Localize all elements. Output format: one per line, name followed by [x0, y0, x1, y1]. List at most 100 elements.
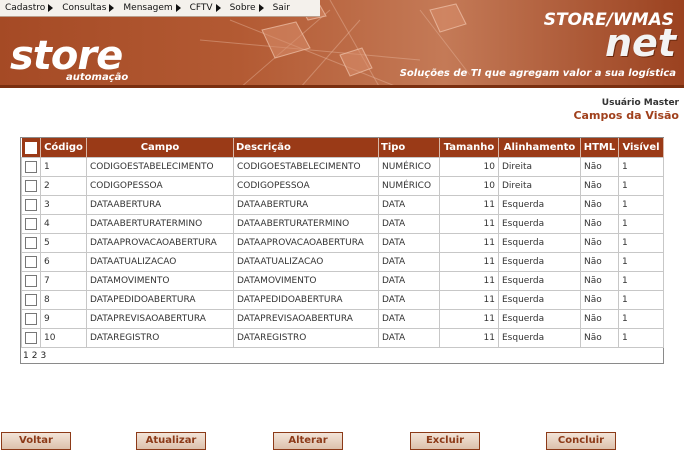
cell-tipo: NUMÉRICO — [378, 157, 440, 177]
table-row[interactable]: 1 CODIGOESTABELECIMENTO CODIGOESTABELECIME… — [21, 157, 664, 177]
cell-campo: DATAREGISTRO — [86, 328, 234, 348]
menu-label: Cadastro — [5, 3, 46, 13]
menu-cadastro[interactable]: Cadastro — [0, 0, 57, 16]
cell-tamanho: 11 — [439, 328, 499, 348]
cell-visivel: 1 — [618, 233, 664, 253]
excluir-button[interactable]: Excluir — [410, 432, 480, 450]
cell-visivel: 1 — [618, 290, 664, 310]
table-row[interactable]: 7 DATAMOVIMENTO DATAMOVIMENTO DATA 11 Esquerd… — [21, 271, 664, 291]
cell-alinhamento: Esquerda — [498, 271, 581, 291]
cell-visivel: 1 — [618, 214, 664, 234]
menu-label: Sair — [272, 3, 291, 13]
table-row[interactable]: 6 DATAATUALIZACAO DATAATUALIZACAO DATA 11 Esq… — [21, 252, 664, 272]
page-link-3[interactable]: 3 — [40, 351, 46, 361]
col-codigo[interactable]: Código — [40, 138, 87, 158]
cell-html: Não — [580, 157, 619, 177]
submenu-arrow-icon — [258, 4, 264, 12]
cell-tamanho: 11 — [439, 271, 499, 291]
cell-alinhamento: Esquerda — [498, 290, 581, 310]
cell-tamanho: 11 — [439, 290, 499, 310]
cell-visivel: 1 — [618, 271, 664, 291]
cell-tamanho: 11 — [439, 233, 499, 253]
row-select-cell — [21, 195, 41, 215]
table-row[interactable]: 2 CODIGOPESSOA CODIGOPESSOA NUMÉRICO 10 Direi… — [21, 176, 664, 196]
table-row[interactable]: 4 DATAABERTURATERMINO DATAABERTURATERMINO D… — [21, 214, 664, 234]
cell-tipo: DATA — [378, 252, 440, 272]
menu-sair[interactable]: Sair — [268, 0, 294, 16]
concluir-button[interactable]: Concluir — [546, 432, 616, 450]
cell-descricao: DATAREGISTRO — [233, 328, 379, 348]
cell-tamanho: 11 — [439, 195, 499, 215]
cell-campo: CODIGOPESSOA — [86, 176, 234, 196]
menu-consultas[interactable]: Consultas — [57, 0, 118, 16]
slogan: Soluções de TI que agregam valor a sua l… — [399, 68, 676, 79]
submenu-arrow-icon — [109, 4, 115, 12]
col-campo[interactable]: Campo — [86, 138, 234, 158]
table-row[interactable]: 8 DATAPEDIDOABERTURA DATAPEDIDOABERTURA DAT… — [21, 290, 664, 310]
cell-codigo: 3 — [40, 195, 87, 215]
page-link-1[interactable]: 1 — [23, 351, 29, 361]
col-visivel[interactable]: Visível — [618, 138, 664, 158]
menu-label: Mensagem — [123, 3, 173, 13]
cell-visivel: 1 — [618, 157, 664, 177]
page-link-2[interactable]: 2 — [32, 351, 38, 361]
cell-alinhamento: Esquerda — [498, 309, 581, 329]
row-checkbox[interactable] — [25, 294, 37, 306]
row-select-cell — [21, 290, 41, 310]
cell-tipo: NUMÉRICO — [378, 176, 440, 196]
select-all-checkbox[interactable] — [24, 141, 37, 154]
cell-campo: DATAATUALIZACAO — [86, 252, 234, 272]
store-logo: store — [10, 33, 123, 79]
menu-sobre[interactable]: Sobre — [225, 0, 268, 16]
row-checkbox[interactable] — [25, 275, 37, 287]
logo-subtitle: automação — [66, 72, 129, 83]
col-html[interactable]: HTML — [580, 138, 619, 158]
cell-descricao: DATAPREVISAOABERTURA — [233, 309, 379, 329]
atualizar-button[interactable]: Atualizar — [136, 432, 206, 450]
menu-label: CFTV — [189, 3, 213, 13]
cell-codigo: 7 — [40, 271, 87, 291]
cell-alinhamento: Esquerda — [498, 252, 581, 272]
row-checkbox[interactable] — [25, 180, 37, 192]
cell-visivel: 1 — [618, 309, 664, 329]
voltar-button[interactable]: Voltar — [1, 432, 71, 450]
cell-html: Não — [580, 328, 619, 348]
cell-descricao: DATAABERTURATERMINO — [233, 214, 379, 234]
cell-campo: DATAPEDIDOABERTURA — [86, 290, 234, 310]
cell-html: Não — [580, 252, 619, 272]
cell-tamanho: 10 — [439, 157, 499, 177]
table-row[interactable]: 3 DATAABERTURA DATAABERTURA DATA 11 Esquerda N… — [21, 195, 664, 215]
table-row[interactable]: 9 DATAPREVISAOABERTURA DATAPREVISAOABERTUR… — [21, 309, 664, 329]
col-tamanho[interactable]: Tamanho — [439, 138, 499, 158]
menu-mensagem[interactable]: Mensagem — [118, 0, 184, 16]
col-alinhamento[interactable]: Alinhamento — [498, 138, 581, 158]
menu-cftv[interactable]: CFTV — [185, 0, 225, 16]
cell-codigo: 8 — [40, 290, 87, 310]
cell-alinhamento: Direita — [498, 157, 581, 177]
cell-campo: DATAPREVISAOABERTURA — [86, 309, 234, 329]
cell-codigo: 9 — [40, 309, 87, 329]
fields-table: Código Campo Descrição Tipo Tamanho Alin… — [20, 137, 664, 364]
row-checkbox[interactable] — [25, 218, 37, 230]
submenu-arrow-icon — [215, 4, 221, 12]
row-checkbox[interactable] — [25, 256, 37, 268]
menu-label: Sobre — [229, 3, 256, 13]
col-tipo[interactable]: Tipo — [378, 138, 440, 158]
cell-tamanho: 11 — [439, 214, 499, 234]
cell-codigo: 6 — [40, 252, 87, 272]
cell-descricao: DATAATUALIZACAO — [233, 252, 379, 272]
cell-campo: DATAAPROVACAOABERTURA — [86, 233, 234, 253]
select-all-header — [21, 138, 41, 158]
row-checkbox[interactable] — [25, 161, 37, 173]
menu-bar: Cadastro Consultas Mensagem CFTV Sobre S… — [0, 0, 320, 17]
table-row[interactable]: 5 DATAAPROVACAOABERTURA DATAAPROVACAOABERT… — [21, 233, 664, 253]
cell-descricao: DATAMOVIMENTO — [233, 271, 379, 291]
row-checkbox[interactable] — [25, 237, 37, 249]
cell-tamanho: 10 — [439, 176, 499, 196]
row-checkbox[interactable] — [25, 313, 37, 325]
col-descricao[interactable]: Descrição — [233, 138, 379, 158]
table-row[interactable]: 10 DATAREGISTRO DATAREGISTRO DATA 11 Esquerda… — [21, 328, 664, 348]
row-checkbox[interactable] — [25, 199, 37, 211]
row-checkbox[interactable] — [25, 332, 37, 344]
alterar-button[interactable]: Alterar — [273, 432, 343, 450]
